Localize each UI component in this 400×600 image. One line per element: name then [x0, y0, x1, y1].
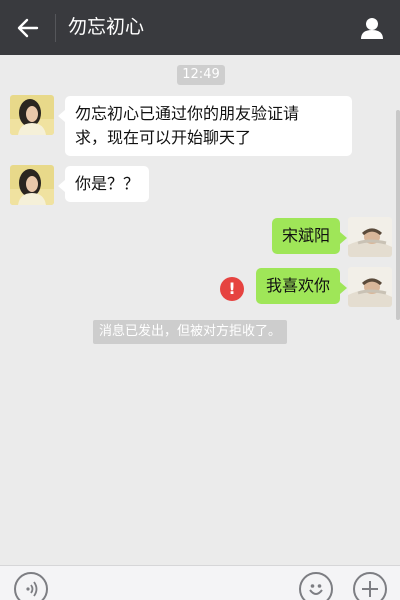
contact-avatar[interactable]	[10, 165, 54, 205]
scrollbar[interactable]	[396, 110, 400, 320]
chat-info-button[interactable]	[354, 10, 390, 46]
voice-icon	[26, 581, 38, 597]
my-avatar[interactable]	[348, 217, 392, 257]
emoji-button[interactable]	[299, 572, 333, 600]
incoming-message[interactable]: 你是？？	[57, 166, 150, 202]
message-list[interactable]: 12:49 勿忘初心已通过你的朋友验证请 求，现在可以开始聊天了 你是？？ 宋斌…	[0, 55, 400, 565]
more-functions-button[interactable]	[353, 572, 387, 600]
input-toolbar	[0, 565, 400, 600]
message-line: 勿忘初心已通过你的朋友验证请	[75, 104, 300, 123]
my-avatar[interactable]	[348, 267, 392, 307]
outgoing-message[interactable]: 宋斌阳	[271, 218, 348, 254]
outgoing-message[interactable]: 我喜欢你	[255, 268, 348, 304]
system-notice: 消息已发出，但被对方拒收了。	[93, 320, 288, 344]
message-line: 求，现在可以开始聊天了	[75, 128, 252, 147]
incoming-message[interactable]: 勿忘初心已通过你的朋友验证请 求，现在可以开始聊天了	[58, 96, 352, 156]
plus-icon	[362, 581, 378, 597]
back-arrow-icon	[17, 18, 39, 38]
chat-header: 勿忘初心	[0, 0, 400, 55]
chat-title: 勿忘初心	[68, 16, 145, 38]
header-divider	[55, 14, 56, 42]
send-failed-icon[interactable]: !	[220, 277, 244, 301]
message-timestamp: 12:49	[177, 65, 225, 85]
contact-avatar[interactable]	[10, 95, 54, 135]
voice-input-button[interactable]	[14, 572, 48, 600]
emoji-icon	[309, 584, 323, 595]
person-icon	[361, 18, 383, 39]
back-button[interactable]	[10, 10, 46, 46]
